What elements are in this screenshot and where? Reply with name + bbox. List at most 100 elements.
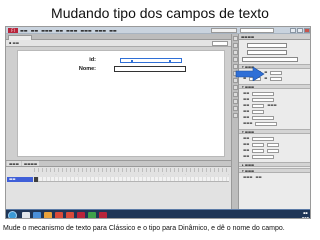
tab-timeline[interactable]: ▬▬▬ xyxy=(7,161,21,166)
taskbar-app-icon[interactable] xyxy=(66,212,74,218)
prop-label: ▬▬ xyxy=(243,109,250,113)
menu-item[interactable]: ▬▬ xyxy=(55,27,63,34)
prop-label: ▬▬ xyxy=(243,148,250,152)
windows-taskbar: ▪▪ ▪▪▪ xyxy=(6,209,310,219)
taskbar-app-icon[interactable] xyxy=(88,212,96,218)
layer-frames[interactable] xyxy=(34,177,229,182)
prop-label: ▬▬▬ xyxy=(243,121,253,125)
tools-strip xyxy=(231,34,238,209)
frame-tick: · xyxy=(98,172,100,176)
zoom-select[interactable] xyxy=(212,41,228,46)
prop-row: ▬▬ ▬▬▬ xyxy=(239,103,310,108)
prop-value[interactable] xyxy=(270,70,283,75)
prop-label: ▬▬ xyxy=(243,115,250,119)
nome-text-field[interactable] xyxy=(114,66,186,72)
prop-label: ▬▬ xyxy=(243,103,250,107)
frame-tick: · xyxy=(206,172,208,176)
frame-tick: · xyxy=(141,172,143,176)
prop-value[interactable] xyxy=(252,103,265,108)
prop-row: ▬▬ xyxy=(239,109,310,114)
scene-label[interactable]: ▪ ▬▬ xyxy=(9,41,19,46)
menu-bar: ▬▬ ▬▬ ▬▬▬ ▬▬ ▬▬▬ ▬▬▬ ▬▬▬ ▬▬ xyxy=(20,27,117,34)
section-options[interactable]: ▸ ▬▬▬ xyxy=(239,162,310,167)
frame-tick: · xyxy=(34,172,35,176)
help-search-input[interactable] xyxy=(240,28,274,33)
menu-item[interactable]: ▬▬ xyxy=(109,27,117,34)
taskbar-app-icon[interactable] xyxy=(55,212,63,218)
tab-properties[interactable]: ▬▬▬▬ xyxy=(239,34,310,40)
window-controls xyxy=(290,28,310,33)
timeline-panel: ▬▬▬ ▬▬▬▬ · · · · · · · · · · ▬▬ xyxy=(6,160,231,209)
prop-label: ▬▬▬ xyxy=(243,175,253,179)
prop-value[interactable] xyxy=(267,148,280,153)
close-button[interactable] xyxy=(304,28,310,33)
prop-row: ▬▬▬ ▬▬ xyxy=(239,175,310,180)
prop-label: ▬▬ xyxy=(243,136,250,140)
slide-title: Mudando tipo dos campos de texto xyxy=(51,5,269,21)
section-paragraph[interactable]: ▾ ▬▬▬ xyxy=(239,129,310,134)
prop-row: ▬▬ xyxy=(239,97,310,102)
prop-label: ▬▬ xyxy=(243,154,250,158)
windows-start-icon[interactable] xyxy=(8,211,17,218)
taskbar-app-icon[interactable] xyxy=(44,212,52,218)
menu-item[interactable]: ▬▬▬ xyxy=(41,27,52,34)
taskbar-app-icon[interactable] xyxy=(33,212,41,218)
instance-name-input[interactable] xyxy=(242,57,298,62)
prop-value[interactable] xyxy=(252,142,265,147)
prop-value[interactable] xyxy=(252,115,275,120)
layer-row[interactable]: ▬▬ xyxy=(7,177,33,182)
maximize-button[interactable] xyxy=(297,28,303,33)
section-filters[interactable]: ▾ ▬▬▬ xyxy=(239,168,310,173)
prop-value[interactable] xyxy=(267,142,280,147)
stage[interactable]: id: Nome: xyxy=(17,50,225,157)
prop-label: ▬▬ xyxy=(243,142,250,146)
label-nome: Nome: xyxy=(78,66,96,72)
prop-label: ▬▬ xyxy=(255,175,262,179)
prop-row: ▬▬ xyxy=(239,154,310,159)
edit-bar: ▪ ▬▬ xyxy=(6,40,231,47)
frame-tick: · xyxy=(184,172,186,176)
app-screenshot: Fl ▬▬ ▬▬ ▬▬▬ ▬▬ ▬▬▬ ▬▬▬ ▬▬▬ ▬▬ ▪ ▬▬ id: … xyxy=(5,26,311,219)
frame-tick: · xyxy=(163,172,165,176)
prop-label: ▬▬▬ xyxy=(267,103,277,107)
taskbar-app-icon[interactable] xyxy=(77,212,85,218)
text-type-select[interactable] xyxy=(247,50,287,55)
arrow-right-icon xyxy=(235,67,265,81)
tab-motion-editor[interactable]: ▬▬▬▬ xyxy=(21,161,40,166)
workspace-switcher[interactable] xyxy=(211,28,237,33)
prop-value[interactable] xyxy=(252,136,275,141)
prop-value[interactable] xyxy=(252,154,275,159)
id-text-field[interactable] xyxy=(120,58,182,63)
prop-value[interactable] xyxy=(270,76,283,81)
minimize-button[interactable] xyxy=(290,28,296,33)
menu-item[interactable]: ▬▬▬ xyxy=(80,27,91,34)
prop-row: ▬▬ xyxy=(239,91,310,96)
prop-label: ▬▬ xyxy=(243,91,250,95)
prop-value[interactable] xyxy=(252,109,265,114)
taskbar-clock: ▪▪ ▪▪▪ xyxy=(301,211,309,219)
text-engine-select[interactable] xyxy=(247,43,287,48)
prop-value[interactable] xyxy=(252,97,275,102)
frame-tick: · xyxy=(120,172,122,176)
prop-row: ▬▬ xyxy=(239,148,310,153)
section-character[interactable]: ▾ ▬▬▬ xyxy=(239,84,310,89)
prop-row: ▬▬ xyxy=(239,136,310,141)
slide-caption: Mude o mecanismo de texto para Clássico … xyxy=(3,225,285,232)
stage-area: id: Nome: xyxy=(6,47,231,160)
frame-tick: · xyxy=(227,172,229,176)
timeline-tabs: ▬▬▬ ▬▬▬▬ xyxy=(6,161,231,167)
menu-item[interactable]: ▬▬▬ xyxy=(95,27,106,34)
prop-value[interactable] xyxy=(252,148,265,153)
properties-panel: ▬▬▬▬ ▾ ▬▬▬ ▬ ▬ ▬ ▬ ▾ ▬▬▬ ▬▬ ▬▬ ▬▬ xyxy=(238,34,310,209)
taskbar-app-icon[interactable] xyxy=(22,212,30,218)
frame-tick: · xyxy=(55,172,57,176)
menu-item[interactable]: ▬▬ xyxy=(20,27,28,34)
menu-item[interactable]: ▬▬ xyxy=(31,27,39,34)
taskbar-app-icon[interactable] xyxy=(99,212,107,218)
menu-item[interactable]: ▬▬▬ xyxy=(66,27,77,34)
prop-row: ▬▬▬ xyxy=(239,121,310,126)
prop-value[interactable] xyxy=(252,91,275,96)
prop-value[interactable] xyxy=(255,121,278,126)
frame-tick: · xyxy=(77,172,79,176)
keyframe[interactable] xyxy=(34,177,38,182)
